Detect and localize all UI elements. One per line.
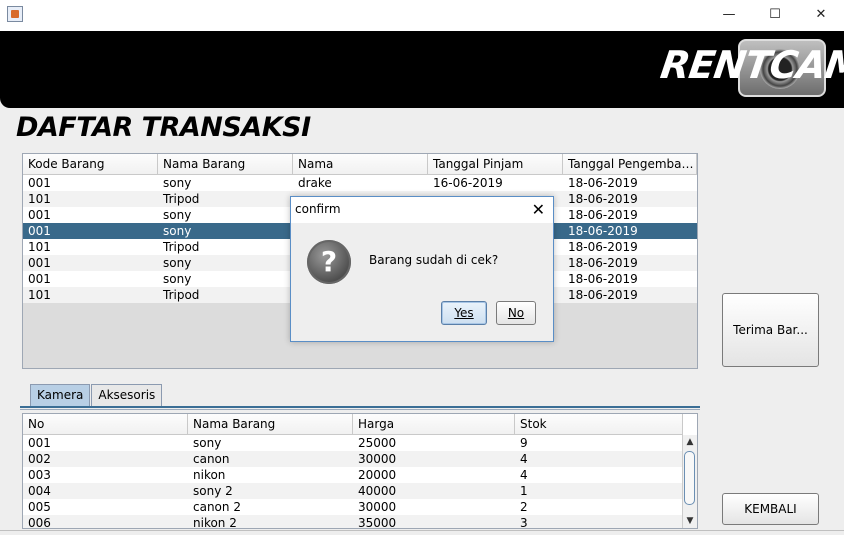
- table-cell: nikon 2: [193, 516, 237, 529]
- table-cell: 4: [520, 452, 528, 466]
- table-cell: nikon: [193, 468, 226, 482]
- vertical-scrollbar[interactable]: ▲ ▼: [682, 435, 697, 528]
- confirm-dialog: confirm ✕ ? Barang sudah di cek? Yes No: [290, 196, 554, 342]
- minimize-button[interactable]: —: [706, 0, 752, 31]
- table-header: No Nama Barang Harga Stok: [23, 414, 683, 435]
- close-window-button[interactable]: ✕: [798, 0, 844, 31]
- table-cell: 35000: [358, 516, 397, 529]
- table-cell: 1: [520, 484, 528, 498]
- column-header[interactable]: No: [23, 414, 188, 434]
- table-cell: 18-06-2019: [568, 224, 638, 238]
- column-header[interactable]: Harga: [353, 414, 515, 434]
- kembali-button[interactable]: KEMBALI: [722, 493, 819, 525]
- terima-barang-button[interactable]: Terima Bar...: [722, 293, 819, 367]
- table-cell: 006: [28, 516, 51, 529]
- table-cell: sony: [163, 176, 192, 190]
- table-cell: 30000: [358, 452, 397, 466]
- table-cell: 4: [520, 468, 528, 482]
- table-cell: 101: [28, 288, 51, 302]
- table-cell: sony: [163, 208, 192, 222]
- page-title: DAFTAR TRANSAKSI: [16, 112, 311, 143]
- table-header: Kode Barang Nama Barang Nama Tanggal Pinjam…: [23, 154, 697, 175]
- scroll-up-arrow-icon[interactable]: ▲: [683, 435, 697, 449]
- dialog-title: confirm: [295, 202, 341, 216]
- table-cell: Tripod: [163, 192, 200, 206]
- table-cell: 18-06-2019: [568, 240, 638, 254]
- table-cell: 18-06-2019: [568, 176, 638, 190]
- window-bottom-edge: [0, 530, 844, 535]
- table-cell: 18-06-2019: [568, 256, 638, 270]
- scroll-down-arrow-icon[interactable]: ▼: [683, 514, 697, 528]
- table-cell: Tripod: [163, 240, 200, 254]
- category-tabs: Kamera Aksesoris: [30, 384, 163, 406]
- table-row[interactable]: 004 sony 2 40000 1: [23, 483, 683, 499]
- column-header[interactable]: Nama Barang: [158, 154, 293, 174]
- table-cell: 2: [520, 500, 528, 514]
- table-cell: 18-06-2019: [568, 208, 638, 222]
- table-cell: sony: [163, 256, 192, 270]
- question-icon: ?: [307, 240, 351, 284]
- table-row[interactable]: 005 canon 2 30000 2: [23, 499, 683, 515]
- window-titlebar: — ☐ ✕: [0, 0, 844, 31]
- table-cell: canon 2: [193, 500, 241, 514]
- table-row[interactable]: 003 nikon 20000 4: [23, 467, 683, 483]
- table-row[interactable]: 001 sony 25000 9: [23, 435, 683, 451]
- table-row[interactable]: 002 canon 30000 4: [23, 451, 683, 467]
- table-row[interactable]: 006 nikon 2 35000 3: [23, 515, 683, 529]
- table-cell: 002: [28, 452, 51, 466]
- header-banner: RENTCAM: [0, 31, 844, 108]
- table-cell: 16-06-2019: [433, 176, 503, 190]
- table-cell: sony 2: [193, 484, 233, 498]
- table-cell: 18-06-2019: [568, 288, 638, 302]
- column-header[interactable]: Nama: [293, 154, 428, 174]
- yes-button[interactable]: Yes: [441, 301, 487, 325]
- table-cell: 003: [28, 468, 51, 482]
- table-cell: 001: [28, 208, 51, 222]
- maximize-button[interactable]: ☐: [752, 0, 798, 31]
- table-cell: 005: [28, 500, 51, 514]
- table-cell: drake: [298, 176, 332, 190]
- table-cell: 25000: [358, 436, 397, 450]
- table-cell: 001: [28, 436, 51, 450]
- column-header[interactable]: Nama Barang: [188, 414, 353, 434]
- table-cell: sony: [163, 224, 192, 238]
- table-cell: 40000: [358, 484, 397, 498]
- table-cell: 20000: [358, 468, 397, 482]
- column-header[interactable]: Stok: [515, 414, 683, 434]
- column-header[interactable]: Kode Barang: [23, 154, 158, 174]
- table-cell: 18-06-2019: [568, 192, 638, 206]
- table-cell: 001: [28, 224, 51, 238]
- table-cell: 101: [28, 240, 51, 254]
- table-cell: 004: [28, 484, 51, 498]
- column-header[interactable]: Tanggal Pinjam: [428, 154, 563, 174]
- table-cell: sony: [163, 272, 192, 286]
- table-cell: 30000: [358, 500, 397, 514]
- table-cell: 101: [28, 192, 51, 206]
- no-button[interactable]: No: [496, 301, 536, 325]
- inventory-table[interactable]: No Nama Barang Harga Stok 001 sony 25000 9 002 c…: [22, 413, 698, 529]
- column-header[interactable]: Tanggal Pengembali...: [563, 154, 697, 174]
- table-cell: 3: [520, 516, 528, 529]
- tab-aksesoris[interactable]: Aksesoris: [91, 384, 163, 406]
- table-row[interactable]: 001 sony drake 16-06-2019 18-06-2019: [23, 175, 697, 191]
- close-icon[interactable]: ✕: [532, 200, 545, 219]
- tab-divider: [20, 406, 700, 410]
- table-cell: canon: [193, 452, 230, 466]
- table-body: 001 sony 25000 9 002 canon 30000 4 003 nikon 20000…: [23, 435, 683, 529]
- table-cell: sony: [193, 436, 222, 450]
- dialog-titlebar: confirm ✕: [291, 197, 553, 223]
- dialog-message: Barang sudah di cek?: [369, 253, 499, 267]
- tab-kamera[interactable]: Kamera: [30, 384, 91, 406]
- logo-text: RENTCAM: [657, 43, 844, 87]
- table-cell: 001: [28, 176, 51, 190]
- scroll-thumb[interactable]: [684, 451, 695, 505]
- table-cell: 001: [28, 272, 51, 286]
- table-cell: 9: [520, 436, 528, 450]
- table-cell: 001: [28, 256, 51, 270]
- rentcam-logo: RENTCAM: [658, 35, 844, 105]
- java-app-icon: [7, 6, 23, 22]
- table-cell: 18-06-2019: [568, 272, 638, 286]
- table-cell: Tripod: [163, 288, 200, 302]
